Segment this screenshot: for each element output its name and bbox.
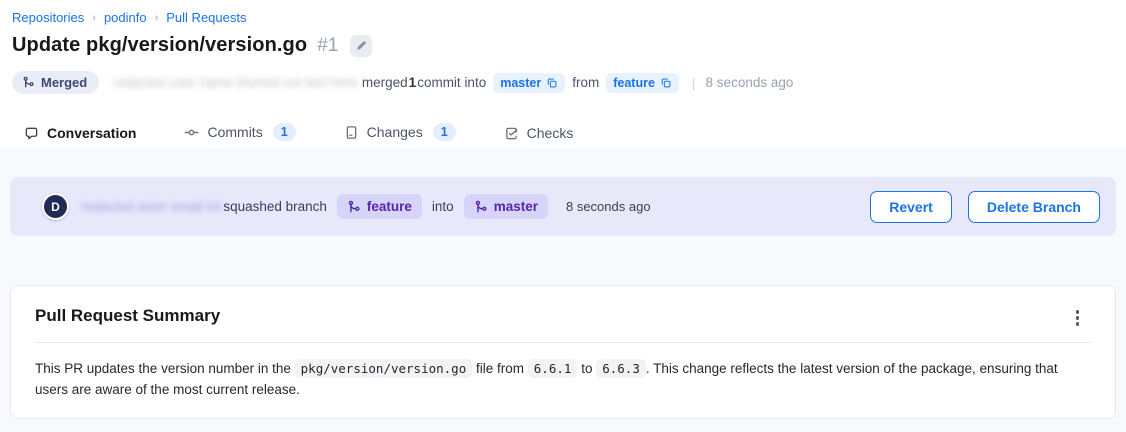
git-merge-icon: [22, 76, 35, 89]
merged-by-user-redacted: redacted user name blurred out text here: [113, 75, 358, 90]
revert-button[interactable]: Revert: [870, 191, 952, 223]
commit-count: 1: [409, 75, 417, 90]
commit-icon: [184, 125, 199, 140]
tab-label: Checks: [527, 125, 574, 141]
merge-status-row: Merged redacted user name blurred out te…: [12, 70, 1114, 95]
summary-body-text: This PR updates the version number in th…: [35, 358, 1091, 400]
pr-number: #1: [317, 35, 338, 57]
banner-time-ago: 8 seconds ago: [566, 199, 651, 214]
merge-action-text: commit into: [417, 75, 486, 90]
target-branch-chip[interactable]: master: [464, 194, 548, 219]
pr-summary-card: Pull Request Summary This PR updates the…: [10, 285, 1116, 419]
file-icon: [344, 125, 359, 140]
breadcrumb-separator-icon: ›: [155, 12, 159, 24]
breadcrumb-repositories[interactable]: Repositories: [12, 10, 84, 25]
merge-action-text: merged: [362, 75, 408, 90]
breadcrumb-pull-requests[interactable]: Pull Requests: [166, 10, 246, 25]
edit-title-button[interactable]: [350, 35, 372, 57]
kebab-menu-icon[interactable]: [1070, 306, 1086, 330]
breadcrumb-repo[interactable]: podinfo: [104, 10, 147, 25]
target-branch-chip[interactable]: master: [493, 73, 565, 93]
pencil-icon: [355, 40, 367, 52]
avatar[interactable]: D: [42, 193, 69, 220]
copy-icon[interactable]: [660, 77, 672, 89]
changes-count-badge: 1: [433, 123, 456, 141]
source-branch-label: feature: [613, 76, 655, 90]
page-title: Update pkg/version/version.go: [12, 34, 307, 57]
page-header: Repositories › podinfo › Pull Requests U…: [0, 0, 1126, 156]
breadcrumb-separator-icon: ›: [92, 12, 96, 24]
target-branch-label: master: [500, 76, 541, 90]
comment-icon: [24, 126, 39, 141]
checklist-icon: [504, 126, 519, 141]
inline-code: 6.6.3: [596, 359, 646, 378]
merge-event-banner: D redacted actor email txt squashed bran…: [10, 177, 1116, 236]
divider: |: [692, 75, 696, 91]
breadcrumb: Repositories › podinfo › Pull Requests: [12, 10, 1114, 25]
summary-card-title: Pull Request Summary: [35, 306, 220, 326]
inline-code: pkg/version/version.go: [295, 359, 473, 378]
source-branch-chip[interactable]: feature: [606, 73, 679, 93]
merged-time-ago: 8 seconds ago: [706, 75, 794, 90]
tab-label: Conversation: [47, 125, 136, 141]
delete-branch-button[interactable]: Delete Branch: [968, 191, 1100, 223]
status-badge: Merged: [12, 71, 99, 94]
git-branch-icon: [347, 200, 361, 214]
source-branch-chip[interactable]: feature: [337, 194, 422, 219]
into-label: into: [432, 199, 454, 214]
target-branch-label: master: [494, 199, 538, 214]
source-branch-label: feature: [367, 199, 412, 214]
conversation-panel: D redacted actor email txt squashed bran…: [0, 147, 1126, 432]
tab-label: Changes: [367, 124, 423, 140]
tab-label: Commits: [207, 124, 262, 140]
inline-code: 6.6.1: [528, 359, 578, 378]
title-row: Update pkg/version/version.go #1: [12, 34, 1114, 57]
banner-action-text: squashed branch: [223, 199, 327, 214]
card-divider: [35, 342, 1091, 343]
git-branch-icon: [474, 200, 488, 214]
actor-name-redacted: redacted actor email txt: [81, 199, 221, 214]
commits-count-badge: 1: [273, 123, 296, 141]
pull-request-page: Repositories › podinfo › Pull Requests U…: [0, 0, 1126, 432]
from-label: from: [572, 75, 599, 90]
copy-icon[interactable]: [546, 77, 558, 89]
status-label: Merged: [41, 75, 87, 90]
